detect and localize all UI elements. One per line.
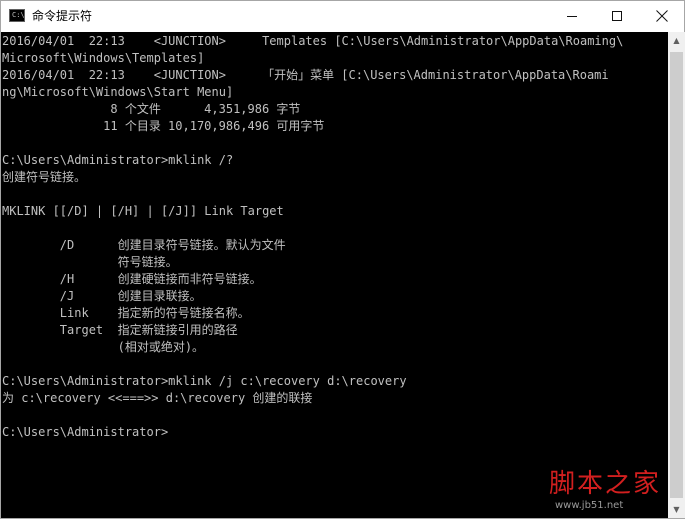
title-bar[interactable]: C:\ 命令提示符 [1,1,684,32]
console-line: /H 创建硬链接而非符号链接。 [2,272,262,286]
minimize-button[interactable] [549,1,594,32]
console-output[interactable]: 2016/04/01 22:13 <JUNCTION> Templates [C… [1,32,668,518]
minimize-icon [567,16,577,17]
scroll-down-button[interactable]: ▼ [668,501,685,518]
console-line: MKLINK [[/D] | [/H] | [/J]] Link Target [2,204,284,218]
console-line: /D 创建目录符号链接。默认为文件 [2,238,286,252]
console-line: 8 个文件 4,351,986 字节 [2,102,301,116]
console-line: 符号链接。 [2,255,178,269]
console-line: 创建符号链接。 [2,170,87,184]
scroll-up-button[interactable]: ▲ [668,32,685,49]
command-prompt-window: C:\ 命令提示符 2016/04/01 22:13 <JUNCTION> Te… [0,0,685,519]
close-button[interactable] [639,1,684,32]
window-title: 命令提示符 [32,9,93,23]
console-line: (相对或绝对)。 [2,340,205,354]
console-icon[interactable]: C:\ [9,9,25,22]
vertical-scrollbar[interactable]: ▲ ▼ [668,32,685,518]
console-line: /J 创建目录联接。 [2,289,202,303]
site-watermark: 脚本之家 www.jb51.net [549,469,669,517]
console-line: 2016/04/01 22:13 <JUNCTION> Templates [C… [2,34,624,48]
console-line: 为 c:\recovery <<===>> d:\recovery 创建的联接 [2,391,313,405]
console-line: 11 个目录 10,170,986,496 可用字节 [2,119,325,133]
console-line: ng\Microsoft\Windows\Start Menu] [2,85,234,99]
console-line: Link 指定新的符号链接名称。 [2,306,250,320]
console-line: C:\Users\Administrator> [2,425,169,439]
console-line: Target 指定新链接引用的路径 [2,323,238,337]
maximize-icon [612,11,622,21]
console-line: 2016/04/01 22:13 <JUNCTION> 「开始」菜单 [C:\U… [2,68,609,82]
console-line: C:\Users\Administrator>mklink /? [2,153,234,167]
watermark-logo: 脚本之家 [549,469,662,499]
chevron-down-icon: ▼ [673,505,680,514]
console-line: Microsoft\Windows\Templates] [2,51,205,65]
watermark-url: www.jb51.net [555,500,624,511]
close-icon [656,10,668,22]
console-icon-glyph: C:\ [12,11,25,19]
chevron-up-icon: ▲ [673,36,680,45]
maximize-button[interactable] [594,1,639,32]
console-line: C:\Users\Administrator>mklink /j c:\reco… [2,374,407,388]
scroll-thumb[interactable] [670,52,683,498]
